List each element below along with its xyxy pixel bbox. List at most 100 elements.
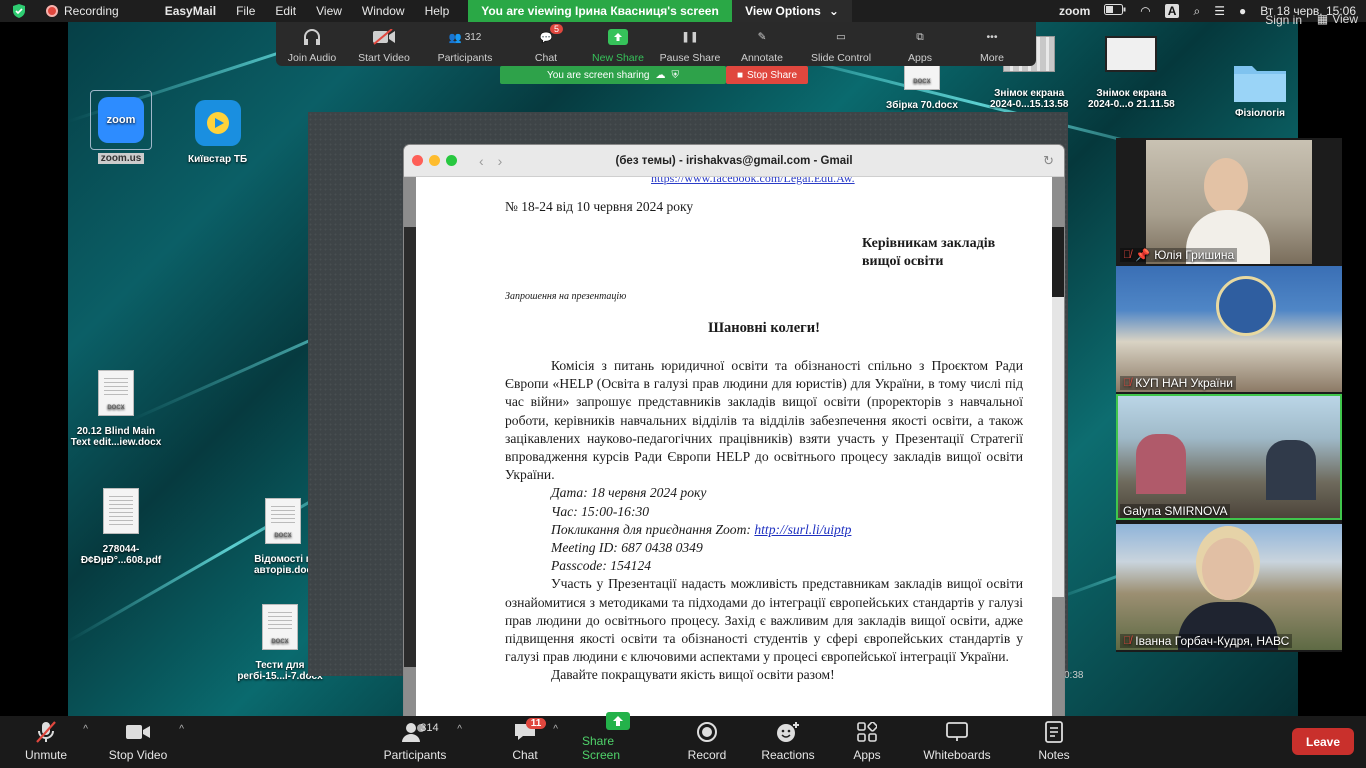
menu-app-name[interactable]: EasyMail xyxy=(165,4,216,18)
participant-name-tag: 🎙̸ КУП НАН України xyxy=(1120,376,1236,390)
letter-closing: Давайте покращувати якість вищої освіти … xyxy=(551,667,835,683)
blind-main-file-icon[interactable]: 20.12 Blind Main Text edit...iew.docx xyxy=(66,370,166,448)
participants-button[interactable]: 314 Participants ^ xyxy=(382,716,462,768)
person-shape xyxy=(1136,434,1186,494)
participant-video-tile[interactable]: 🎙̸ КУП НАН України xyxy=(1116,266,1342,392)
reactions-button[interactable]: Reactions xyxy=(760,716,816,768)
notes-button[interactable]: Notes xyxy=(1036,716,1072,768)
apps-button[interactable]: Apps xyxy=(850,716,884,768)
zoom-logo-icon: zoom xyxy=(98,97,144,143)
zoom-app-icon[interactable]: zoom zoom.us xyxy=(90,90,152,164)
sharing-status-text: You are screen sharing xyxy=(547,69,650,81)
sign-in-link[interactable]: Sign in xyxy=(1265,13,1302,27)
recording-label: Recording xyxy=(64,4,119,18)
security-shield-icon[interactable] xyxy=(12,4,26,18)
participant-name: Іванна Горбач-Кудря, НАВС xyxy=(1135,634,1290,648)
siri-icon[interactable]: ● xyxy=(1239,4,1246,18)
chat-unread-badge: 11 xyxy=(525,718,547,729)
pdf-file-thumbnail-icon xyxy=(103,488,139,534)
annotate-label: Annotate xyxy=(740,52,784,64)
menu-file[interactable]: File xyxy=(236,4,255,18)
zoom-status-item[interactable]: zoom xyxy=(1059,4,1090,18)
gmail-browser-window: ‹ › (без темы) - irishakvas@gmail.com - … xyxy=(404,145,1064,716)
presenter-join-audio[interactable]: Join Audio xyxy=(276,26,348,64)
docx-file-icon xyxy=(265,498,301,544)
presenter-pause-share[interactable]: ❚❚ Pause Share xyxy=(654,26,726,64)
control-center-icon[interactable]: ☰ xyxy=(1214,4,1225,18)
participant-video-tile[interactable]: 🎙̸ Іванна Горбач-Кудря, НАВС xyxy=(1116,524,1342,650)
presenter-slide-control[interactable]: ▭ Slide Control xyxy=(798,26,884,64)
chat-caret-icon[interactable]: ^ xyxy=(553,724,558,735)
view-layout-button[interactable]: ▦ View xyxy=(1317,12,1358,26)
emblem-shape xyxy=(1216,276,1276,336)
spotlight-search-icon[interactable]: ⌕ xyxy=(1193,4,1200,19)
chat-button[interactable]: 11 Chat ^ xyxy=(506,716,558,768)
presenter-annotate[interactable]: ✎ Annotate xyxy=(726,26,798,64)
participant-video-tile[interactable]: 🎙̸ 📌 Юлія Гришина xyxy=(1116,138,1342,264)
presenter-chat[interactable]: 💬 5 Chat xyxy=(510,24,582,64)
event-passcode: Passcode: 154124 xyxy=(551,558,652,574)
view-options-button[interactable]: View Options ⌄ xyxy=(732,0,852,22)
participant-video-tile-active-speaker[interactable]: Galyna SMIRNOVA xyxy=(1116,394,1342,520)
zoom-app-frame: zoom xyxy=(90,90,152,150)
participants-label: Participants xyxy=(383,748,447,762)
menu-edit[interactable]: Edit xyxy=(275,4,296,18)
physiology-folder-icon[interactable]: Фізіологія xyxy=(1232,58,1288,119)
viewer-margin xyxy=(1052,297,1064,597)
slide-control-label: Slide Control xyxy=(810,52,872,64)
zoom-link[interactable]: http://surl.li/uiptp xyxy=(754,522,851,537)
file-label: Text edit...iew.docx xyxy=(70,437,162,448)
leave-meeting-button[interactable]: Leave xyxy=(1292,728,1354,755)
stop-video-button[interactable]: Stop Video ^ xyxy=(106,716,184,768)
menu-window[interactable]: Window xyxy=(362,4,405,18)
time-fragment: 0:38 xyxy=(1064,670,1084,681)
file-label: Знімок екрана xyxy=(1096,88,1167,99)
chat-label: Chat xyxy=(534,52,558,64)
presenter-new-share[interactable]: New Share xyxy=(582,26,654,64)
presenter-apps[interactable]: ⧉ Apps xyxy=(884,26,956,65)
wifi-icon[interactable]: ◠ xyxy=(1140,4,1150,18)
letter-greeting: Шановні колеги! xyxy=(708,320,820,336)
input-source-icon[interactable]: A xyxy=(1164,4,1180,18)
share-screen-icon xyxy=(606,712,630,730)
zbirka-file-icon[interactable]: Збірка 70.docx xyxy=(886,62,958,111)
shield-icon: ⛨ xyxy=(671,69,679,81)
meeting-controls-bar: Unmute ^ Stop Video ^ 314 Participants ^… xyxy=(0,712,1366,768)
participant-video-feed xyxy=(1146,140,1312,264)
facebook-link[interactable]: https://www.facebook.com/Legal.Edu.Aw. xyxy=(651,177,855,186)
file-label: авторів.doc xyxy=(253,565,313,576)
mic-off-icon xyxy=(35,720,57,744)
docx-file-icon xyxy=(903,62,940,90)
letter-paragraph: Участь у Презентації надасть можливість … xyxy=(505,576,1023,665)
record-button[interactable]: Record xyxy=(686,716,728,768)
event-meeting-id: Meeting ID: 687 0438 0349 xyxy=(551,540,703,556)
apps-label: Apps xyxy=(853,748,881,762)
stop-share-button[interactable]: ■ Stop Share xyxy=(726,66,808,84)
participants-caret-icon[interactable]: ^ xyxy=(457,724,462,735)
participant-name: Юлія Гришина xyxy=(1154,248,1235,262)
grid-icon: ▦ xyxy=(1316,12,1329,26)
slide-control-icon: ▭ xyxy=(836,31,846,43)
zoom-link-label: Покликання для приєднання Zoom: xyxy=(551,521,755,537)
presenter-start-video[interactable]: Start Video xyxy=(348,26,420,64)
unmute-button[interactable]: Unmute ^ xyxy=(18,716,88,768)
face-shape xyxy=(1204,158,1248,214)
reload-icon[interactable]: ↻ xyxy=(1043,153,1054,169)
screenshot-file-icon[interactable]: Знімок екрана 2024-0...о 21.11.58 xyxy=(1088,36,1175,110)
screen-sharing-indicator[interactable]: You are screen sharing ☁ ⛨ xyxy=(500,66,726,84)
presenter-more[interactable]: ••• More xyxy=(956,26,1028,64)
pdf-file-icon[interactable]: 278044- Ð¢ÐµÐ°...608.pdf xyxy=(66,488,176,566)
battery-icon[interactable] xyxy=(1104,4,1126,18)
share-screen-button[interactable]: Share Screen xyxy=(582,712,654,768)
file-label: Ð¢ÐµÐ°...608.pdf xyxy=(80,555,162,566)
video-camera-icon xyxy=(125,720,151,744)
menu-help[interactable]: Help xyxy=(425,4,450,18)
stop-video-label: Stop Video xyxy=(108,748,168,762)
audio-options-caret-icon[interactable]: ^ xyxy=(83,724,88,735)
kyivstar-tv-app-icon[interactable]: Київстар ТБ xyxy=(188,100,247,165)
participant-name: КУП НАН України xyxy=(1135,376,1233,390)
presenter-participants[interactable]: 👥 312 Participants xyxy=(420,26,510,65)
whiteboards-button[interactable]: Whiteboards xyxy=(920,716,994,768)
video-options-caret-icon[interactable]: ^ xyxy=(179,724,184,735)
menu-view[interactable]: View xyxy=(316,4,342,18)
